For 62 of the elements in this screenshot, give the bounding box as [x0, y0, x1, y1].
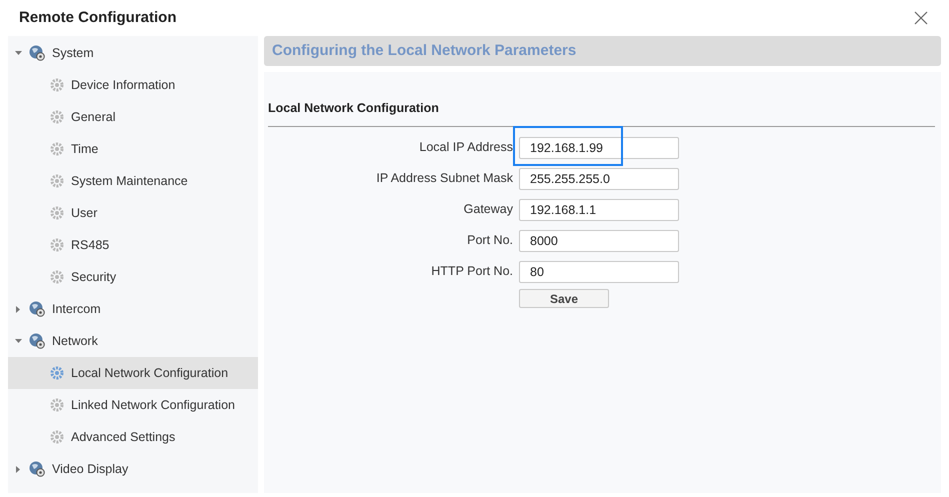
item-label: RS485	[71, 236, 110, 254]
collapsed-caret-icon[interactable]	[15, 306, 22, 312]
tree-group-item[interactable]: Intercom	[8, 293, 258, 325]
field-label: IP Address Subnet Mask	[375, 170, 514, 188]
close-icon	[914, 11, 928, 25]
field-label: HTTP Port No.	[430, 263, 514, 280]
gear-icon	[50, 366, 64, 380]
expanded-caret-icon[interactable]	[15, 338, 22, 344]
gear-icon	[50, 398, 64, 412]
globe-gear-icon	[29, 45, 45, 61]
item-label: Advanced Settings	[71, 428, 176, 446]
item-label: User	[71, 204, 98, 222]
gear-icon	[50, 206, 64, 220]
panel-title: Configuring the Local Network Parameters	[272, 40, 576, 61]
field-label: Local IP Address	[418, 139, 514, 156]
group-label: System	[52, 44, 94, 62]
close-button[interactable]	[914, 10, 930, 26]
item-label: Security	[71, 268, 116, 286]
gear-icon	[50, 78, 64, 92]
window-title: Remote Configuration	[19, 8, 176, 28]
tree-item[interactable]: Local Network Configuration	[8, 357, 258, 389]
section-title: Local Network Configuration	[268, 99, 935, 127]
expanded-caret-icon[interactable]	[15, 50, 22, 56]
tree-item[interactable]: User	[8, 197, 258, 229]
tree-item[interactable]: Linked Network Configuration	[8, 389, 258, 421]
gear-icon	[50, 110, 64, 124]
save-button[interactable]: Save	[519, 288, 609, 308]
text-field[interactable]: 192.168.1.99	[519, 136, 679, 159]
tree-item[interactable]: System Maintenance	[8, 165, 258, 197]
tree-group-item[interactable]: System	[8, 37, 258, 69]
gear-icon	[50, 238, 64, 252]
item-label: Device Information	[71, 76, 176, 94]
gear-icon	[50, 174, 64, 188]
group-label: Intercom	[52, 300, 101, 318]
field-label: Port No.	[466, 232, 514, 250]
group-label: Video Display	[52, 460, 128, 478]
item-label: Time	[71, 140, 98, 158]
collapsed-caret-icon[interactable]	[15, 466, 22, 472]
item-label: General	[71, 108, 116, 126]
tree-item[interactable]: General	[8, 101, 258, 133]
globe-gear-icon	[29, 461, 45, 477]
text-field[interactable]: 8000	[519, 230, 679, 252]
gear-icon	[50, 430, 64, 444]
gear-icon	[50, 142, 64, 156]
tree-item[interactable]: Security	[8, 261, 258, 293]
tree-item[interactable]: RS485	[8, 229, 258, 261]
text-field[interactable]: 80	[519, 260, 679, 283]
item-label: Local Network Configuration	[71, 364, 228, 382]
field-label: Gateway	[462, 201, 514, 218]
globe-gear-icon	[29, 333, 45, 349]
item-label: System Maintenance	[71, 172, 188, 190]
tree-group-item[interactable]: Video Display	[8, 453, 258, 485]
item-label: Linked Network Configuration	[71, 396, 235, 414]
tree-item[interactable]: Device Information	[8, 69, 258, 101]
group-label: Network	[52, 332, 98, 350]
gear-icon	[50, 270, 64, 284]
tree-item[interactable]: Advanced Settings	[8, 421, 258, 453]
globe-gear-icon	[29, 301, 45, 317]
tree-group-item[interactable]: Network	[8, 325, 258, 357]
text-field[interactable]: 192.168.1.1	[519, 198, 679, 221]
text-field[interactable]: 255.255.255.0	[519, 168, 679, 190]
tree-item[interactable]: Time	[8, 133, 258, 165]
